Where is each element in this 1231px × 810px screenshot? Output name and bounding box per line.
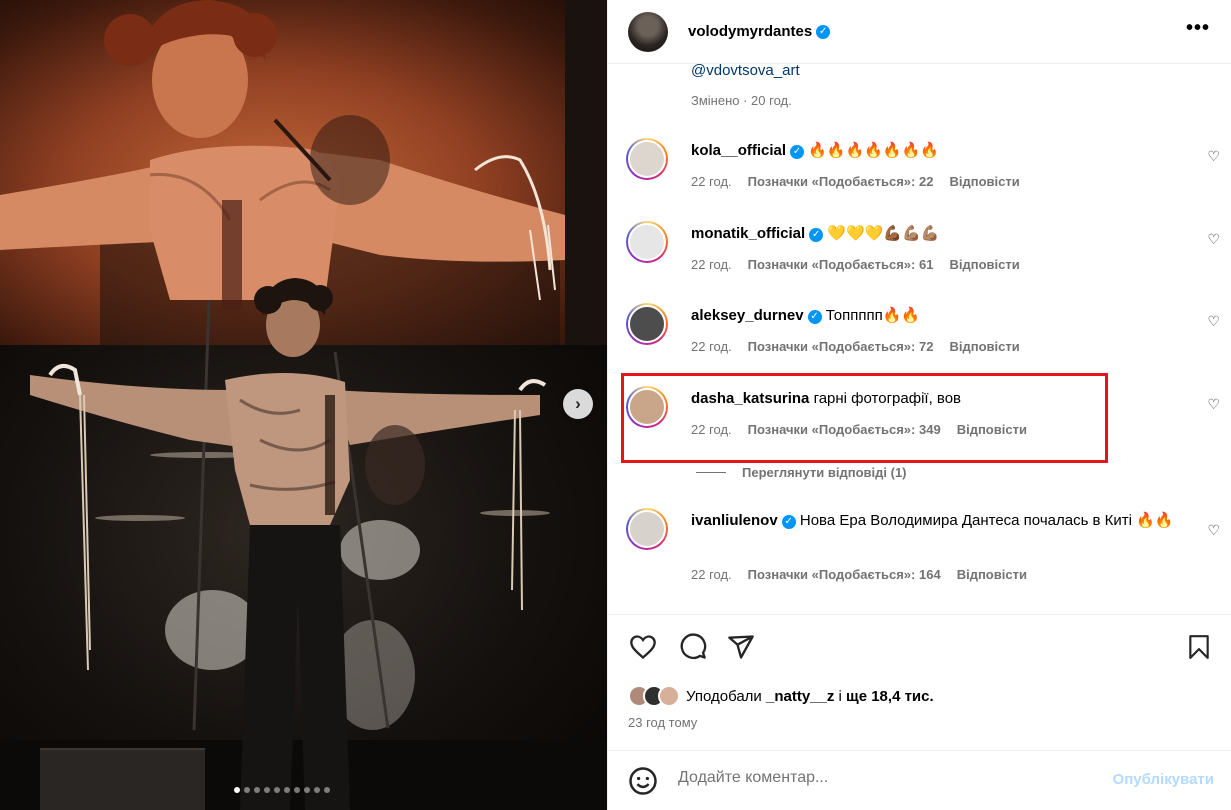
comment-username[interactable]: kola__official xyxy=(691,142,786,159)
post-media[interactable]: › xyxy=(0,0,607,810)
reply-button[interactable]: Відповісти xyxy=(949,257,1019,272)
view-replies-button[interactable]: Переглянути відповіді (1) xyxy=(696,465,907,480)
liker-avatar xyxy=(658,685,680,707)
comment-body: ivanliulenov ✓ Нова Ера Володимира Дантес… xyxy=(691,510,1181,532)
author-avatar[interactable] xyxy=(628,11,668,52)
live-performer xyxy=(30,278,547,810)
carousel-dot xyxy=(254,787,260,793)
comments-thread[interactable]: @vdovtsova_art Змінено · 20 год. kola__o… xyxy=(608,64,1231,614)
comment-likes[interactable]: Позначки «Подобається»: 61 xyxy=(748,257,934,272)
comment-avatar[interactable] xyxy=(626,386,668,428)
comment-likes[interactable]: Позначки «Подобається»: 22 xyxy=(748,174,934,189)
comment-avatar[interactable] xyxy=(626,221,668,263)
comment-meta: 22 год. Позначки «Подобається»: 22 Відпо… xyxy=(691,174,1020,189)
comment-input[interactable] xyxy=(678,769,1078,787)
reply-button[interactable]: Відповісти xyxy=(949,339,1019,354)
comment-composer: Опублікувати xyxy=(608,750,1231,810)
verified-badge-icon: ✓ xyxy=(781,515,796,529)
view-replies-label: Переглянути відповіді (1) xyxy=(742,465,907,480)
comment-username[interactable]: aleksey_durnev xyxy=(691,307,804,324)
comment-text: 💛💛💛💪🏾💪🏽💪🏽 xyxy=(827,225,940,242)
caption-edited-meta: Змінено · 20 год. xyxy=(691,93,792,108)
likes-text: Уподобали _natty__z і ще 18,4 тис. xyxy=(686,687,934,705)
more-options-icon[interactable]: ••• xyxy=(1186,18,1210,38)
divider-line xyxy=(696,472,726,473)
caption-mention-link[interactable]: @vdovtsova_art xyxy=(691,64,800,79)
chevron-right-icon: › xyxy=(575,394,581,413)
publish-button[interactable]: Опублікувати xyxy=(1113,771,1214,788)
comment-avatar[interactable] xyxy=(626,138,668,180)
verified-badge-icon: ✓ xyxy=(807,310,822,324)
like-comment-heart-icon[interactable]: ♡ xyxy=(1207,148,1220,165)
comment-bubble-icon[interactable] xyxy=(678,633,708,661)
comment-body: kola__official ✓ 🔥🔥🔥🔥🔥🔥🔥 xyxy=(691,140,1181,162)
comment-body: dasha_katsurina гарні фотографії, вов xyxy=(691,388,1181,410)
comment-time[interactable]: 22 год. xyxy=(691,257,732,272)
like-comment-heart-icon[interactable]: ♡ xyxy=(1207,396,1220,413)
carousel-dot xyxy=(274,787,280,793)
reply-button[interactable]: Відповісти xyxy=(957,422,1027,437)
comment-username[interactable]: ivanliulenov xyxy=(691,512,778,529)
carousel-dot xyxy=(244,787,250,793)
post-header: volodymyrdantes ✓ ••• xyxy=(608,0,1231,64)
post-details-panel: volodymyrdantes ✓ ••• @vdovtsova_art Змі… xyxy=(607,0,1231,810)
post-timestamp[interactable]: 23 год тому xyxy=(628,715,697,730)
liker-username[interactable]: _natty__z xyxy=(766,688,834,705)
comment-avatar[interactable] xyxy=(626,303,668,345)
save-bookmark-icon[interactable] xyxy=(1186,633,1212,661)
carousel-dot xyxy=(264,787,270,793)
comment-time[interactable]: 22 год. xyxy=(691,422,732,437)
comment-meta: 22 год. Позначки «Подобається»: 349 Відп… xyxy=(691,422,1027,437)
carousel-dot xyxy=(314,787,320,793)
comment-avatar[interactable] xyxy=(626,508,668,550)
comment-time[interactable]: 22 год. xyxy=(691,339,732,354)
carousel-indicators xyxy=(234,787,330,793)
concert-photo xyxy=(0,0,607,810)
like-heart-icon[interactable] xyxy=(628,633,658,661)
carousel-dot xyxy=(324,787,330,793)
like-comment-heart-icon[interactable]: ♡ xyxy=(1207,522,1220,539)
comment-meta: 22 год. Позначки «Подобається»: 61 Відпо… xyxy=(691,257,1020,272)
author-username[interactable]: volodymyrdantes xyxy=(688,23,812,40)
comment-body: aleksey_durnev ✓ Топпппп🔥🔥 xyxy=(691,305,1181,327)
like-comment-heart-icon[interactable]: ♡ xyxy=(1207,313,1220,330)
comment-body: monatik_official ✓ 💛💛💛💪🏾💪🏽💪🏽 xyxy=(691,223,1181,245)
verified-badge-icon: ✓ xyxy=(809,228,824,242)
share-send-icon[interactable] xyxy=(726,633,756,661)
caption-tail: @vdovtsova_art Змінено · 20 год. xyxy=(691,64,800,108)
comment-text: 🔥🔥🔥🔥🔥🔥🔥 xyxy=(808,142,939,159)
post-viewer: › volodymyrdantes ✓ ••• @vdovtsova_art З… xyxy=(0,0,1231,810)
likes-summary[interactable]: Уподобали _natty__z і ще 18,4 тис. xyxy=(628,685,934,707)
comment-likes[interactable]: Позначки «Подобається»: 72 xyxy=(748,339,934,354)
comment-text: Нова Ера Володимира Дантеса почалась в К… xyxy=(799,512,1174,529)
carousel-dot xyxy=(304,787,310,793)
comment-text: Топпппп🔥🔥 xyxy=(825,307,921,324)
carousel-dot xyxy=(294,787,300,793)
comment-time[interactable]: 22 год. xyxy=(691,567,732,582)
reply-button[interactable]: Відповісти xyxy=(949,174,1019,189)
reply-button[interactable]: Відповісти xyxy=(957,567,1027,582)
likes-count[interactable]: ще 18,4 тис. xyxy=(846,688,934,705)
verified-badge-icon: ✓ xyxy=(816,24,831,39)
comment-time[interactable]: 22 год. xyxy=(691,174,732,189)
post-actions: Уподобали _natty__z і ще 18,4 тис. 23 го… xyxy=(608,614,1231,764)
comment-likes[interactable]: Позначки «Подобається»: 164 xyxy=(748,567,941,582)
comment-username[interactable]: dasha_katsurina xyxy=(691,390,809,407)
carousel-dot xyxy=(234,787,240,793)
comment-text: гарні фотографії, вов xyxy=(813,390,962,407)
next-photo-button[interactable]: › xyxy=(563,389,593,419)
comment-likes[interactable]: Позначки «Подобається»: 349 xyxy=(748,422,941,437)
like-comment-heart-icon[interactable]: ♡ xyxy=(1207,231,1220,248)
liker-avatars xyxy=(628,685,680,707)
comment-meta: 22 год. Позначки «Подобається»: 164 Відп… xyxy=(691,567,1027,582)
carousel-dot xyxy=(284,787,290,793)
emoji-smiley-icon[interactable] xyxy=(628,766,658,796)
verified-badge-icon: ✓ xyxy=(790,145,805,159)
comment-username[interactable]: monatik_official xyxy=(691,225,805,242)
comment-meta: 22 год. Позначки «Подобається»: 72 Відпо… xyxy=(691,339,1020,354)
